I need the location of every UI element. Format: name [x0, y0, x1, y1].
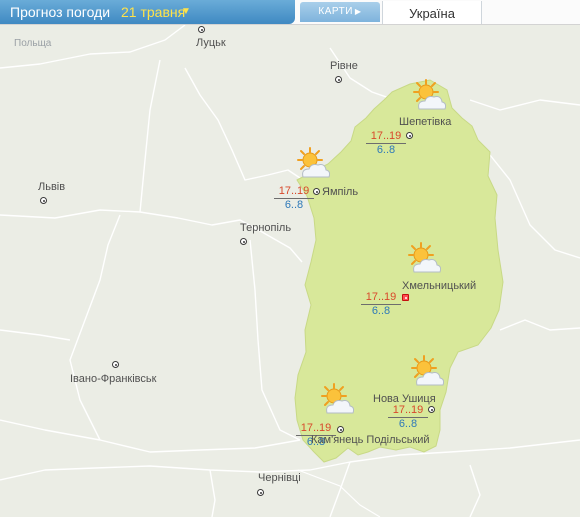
top-bar: Прогноз погоди 21 травня ▼ КАРТИ ▶ Україн… — [0, 0, 580, 25]
temperature-block: 17..19 6..8 — [388, 404, 428, 431]
regional-center-marker[interactable] — [402, 294, 409, 301]
temperature-block: 17..19 6..8 — [366, 130, 406, 157]
night-temperature: 6..8 — [398, 418, 418, 430]
city-marker[interactable] — [198, 26, 205, 33]
city-marker[interactable] — [240, 238, 247, 245]
forecast-title: Прогноз погоди — [10, 4, 111, 20]
partly-cloudy-sun-icon[interactable] — [293, 147, 333, 181]
city-label-rivne: Рівне — [330, 60, 358, 72]
maps-button[interactable]: КАРТИ ▶ — [300, 2, 380, 22]
city-marker[interactable] — [257, 489, 264, 496]
city-marker[interactable] — [313, 188, 320, 195]
map-canvas[interactable] — [0, 0, 580, 517]
city-marker[interactable] — [335, 76, 342, 83]
city-label-ivano-frankivsk: Івано-Франківськ — [70, 373, 157, 385]
partly-cloudy-sun-icon[interactable] — [409, 79, 449, 113]
forecast-date-selector[interactable]: Прогноз погоди 21 травня ▼ — [0, 0, 295, 24]
night-temperature: 6..8 — [376, 144, 396, 156]
country-label-poland: Польща — [14, 38, 52, 49]
city-marker[interactable] — [337, 426, 344, 433]
city-marker[interactable] — [406, 132, 413, 139]
maps-button-label: КАРТИ — [318, 6, 353, 17]
city-label-shepetivka: Шепетівка — [399, 116, 452, 128]
city-label-chernivtsi: Чернівці — [258, 472, 301, 484]
city-label-ternopil: Тернопіль — [240, 222, 292, 234]
temperature-block: 17..19 6..8 — [274, 185, 314, 212]
chevron-down-icon[interactable]: ▼ — [181, 0, 191, 24]
day-temperature: 17..19 — [388, 404, 428, 418]
city-label-kamianets-podilskyi: Кам'янець Подільський — [311, 434, 430, 446]
night-temperature: 6..8 — [371, 305, 391, 317]
temperature-block: 17..19 6..8 — [361, 291, 401, 318]
partly-cloudy-sun-icon[interactable] — [407, 355, 447, 389]
city-label-khmelnytskyi: Хмельницький — [402, 280, 477, 292]
forecast-date[interactable]: 21 травня — [121, 0, 185, 24]
city-label-yampil: Ямпіль — [322, 186, 359, 198]
city-marker[interactable] — [112, 361, 119, 368]
day-temperature: 17..19 — [274, 185, 314, 199]
play-arrow-icon: ▶ — [354, 7, 362, 16]
tab-ukraine[interactable]: Україна — [382, 1, 482, 24]
day-temperature: 17..19 — [366, 130, 406, 144]
day-temperature: 17..19 — [361, 291, 401, 305]
partly-cloudy-sun-icon[interactable] — [317, 383, 357, 417]
city-label-lutsk: Луцьк — [196, 37, 226, 49]
city-label-lviv: Львів — [38, 181, 66, 193]
partly-cloudy-sun-icon[interactable] — [404, 242, 444, 276]
night-temperature: 6..8 — [284, 199, 304, 211]
city-marker[interactable] — [40, 197, 47, 204]
city-marker[interactable] — [428, 406, 435, 413]
